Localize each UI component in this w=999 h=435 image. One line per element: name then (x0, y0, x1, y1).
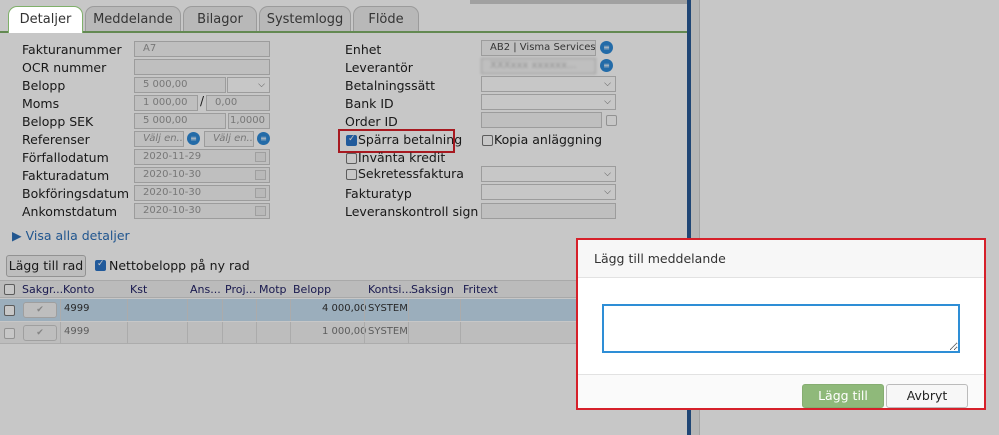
cancel-button[interactable]: Avbryt (886, 384, 968, 408)
add-message-dialog: Lägg till meddelande Lägg till Avbryt (576, 238, 986, 410)
dialog-footer: Lägg till Avbryt (578, 374, 984, 408)
dialog-title: Lägg till meddelande (594, 251, 726, 266)
add-message-button[interactable]: Lägg till (802, 384, 884, 408)
dialog-header: Lägg till meddelande (578, 240, 984, 278)
message-textarea[interactable] (602, 304, 960, 353)
tab-detaljer[interactable]: Detaljer (8, 6, 83, 33)
